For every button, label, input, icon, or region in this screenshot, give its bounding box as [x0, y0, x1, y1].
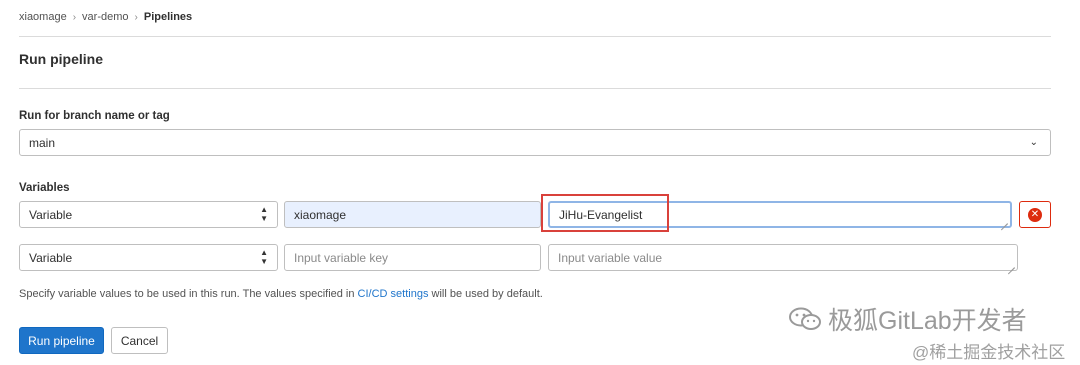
variable-type-select[interactable]: Variable ▲ ▼ [19, 244, 278, 271]
chevron-right-icon: › [134, 11, 138, 23]
variable-value-placeholder: Input variable value [558, 250, 663, 265]
variable-type-value: Variable [29, 207, 73, 222]
watermark-text: 极狐GitLab开发者 [828, 307, 1027, 335]
resize-handle-icon[interactable] [1008, 261, 1015, 268]
branch-dropdown[interactable]: main ⌄ [19, 129, 1051, 156]
resize-handle-icon[interactable] [1001, 217, 1008, 224]
watermark-logo: 极狐GitLab开发者 [788, 301, 1027, 337]
variable-key-input[interactable]: Input variable key [284, 244, 541, 271]
variable-value-input[interactable]: Input variable value [548, 244, 1018, 271]
chevron-down-icon: ⌄ [1029, 137, 1038, 148]
remove-variable-button[interactable]: ✕ [1019, 201, 1051, 228]
breadcrumb-item-project[interactable]: var-demo [82, 11, 128, 23]
help-text-suffix: will be used by default. [428, 288, 543, 300]
select-arrows-icon: ▲ ▼ [260, 248, 268, 266]
branch-label: Run for branch name or tag [19, 110, 170, 122]
cancel-button[interactable]: Cancel [111, 327, 168, 354]
divider [19, 36, 1051, 37]
chevron-right-icon: › [72, 11, 77, 23]
wechat-icon [789, 307, 821, 330]
variable-type-select[interactable]: Variable ▲ ▼ [19, 201, 278, 228]
divider [19, 88, 1051, 89]
run-pipeline-button[interactable]: Run pipeline [19, 327, 104, 354]
help-text-prefix: Specify variable values to be used in th… [19, 288, 358, 300]
variable-type-value: Variable [29, 250, 73, 265]
variable-key-value: xiaomage [294, 207, 347, 222]
help-text: Specify variable values to be used in th… [19, 288, 543, 300]
variable-key-input[interactable]: xiaomage [284, 201, 541, 228]
breadcrumb: xiaomage › var-demo › Pipelines [19, 11, 192, 23]
close-icon: ✕ [1028, 207, 1042, 222]
branch-value: main [29, 135, 56, 150]
highlight-annotation [541, 194, 669, 232]
cicd-settings-link[interactable]: CI/CD settings [358, 288, 429, 300]
breadcrumb-current[interactable]: Pipelines [144, 11, 192, 23]
variables-label: Variables [19, 182, 70, 194]
watermark-source: @稀土掘金技术社区 [912, 343, 1066, 362]
page-title: Run pipeline [19, 51, 103, 67]
select-arrows-icon: ▲ ▼ [260, 205, 268, 223]
variable-key-placeholder: Input variable key [294, 250, 389, 265]
breadcrumb-item-group[interactable]: xiaomage [19, 11, 67, 23]
